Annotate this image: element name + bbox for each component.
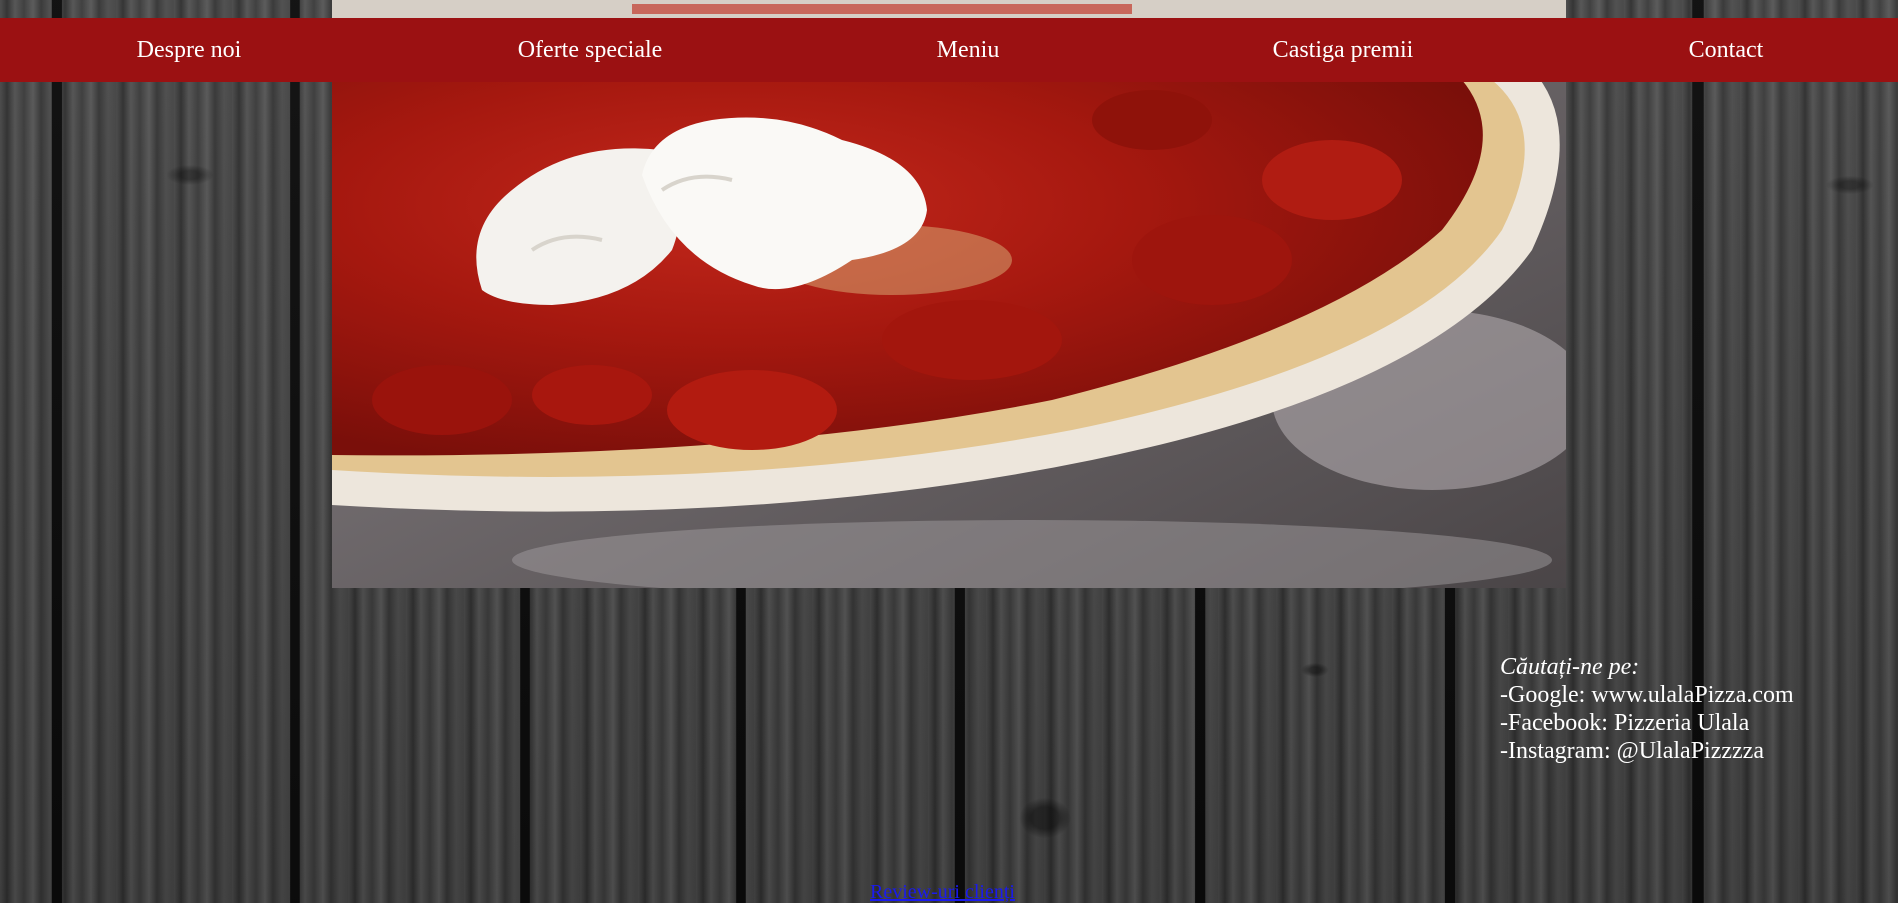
search-info-facebook: -Facebook: Pizzeria Ulala <box>1500 710 1750 736</box>
search-info-heading: Căutați-ne pe: <box>1500 654 1640 680</box>
nav-link-contact[interactable]: Contact <box>1689 18 1764 82</box>
search-info-google: -Google: www.ulalaPizza.com <box>1500 682 1794 708</box>
main-navigation: Despre noi Oferte speciale Meniu Castiga… <box>0 18 1898 82</box>
hero-pizza-image <box>332 0 1566 588</box>
review-link[interactable]: Review-uri clienți <box>870 881 1015 903</box>
search-info-instagram: -Instagram: @UlalaPizzzza <box>1500 738 1764 764</box>
search-info-block: Căutați-ne pe: -Google: www.ulalaPizza.c… <box>1500 653 1794 765</box>
nav-link-castiga-premii[interactable]: Castiga premii <box>1273 18 1414 82</box>
nav-link-oferte-speciale[interactable]: Oferte speciale <box>518 18 663 82</box>
nav-link-meniu[interactable]: Meniu <box>937 18 1000 82</box>
nav-link-despre-noi[interactable]: Despre noi <box>137 18 242 82</box>
